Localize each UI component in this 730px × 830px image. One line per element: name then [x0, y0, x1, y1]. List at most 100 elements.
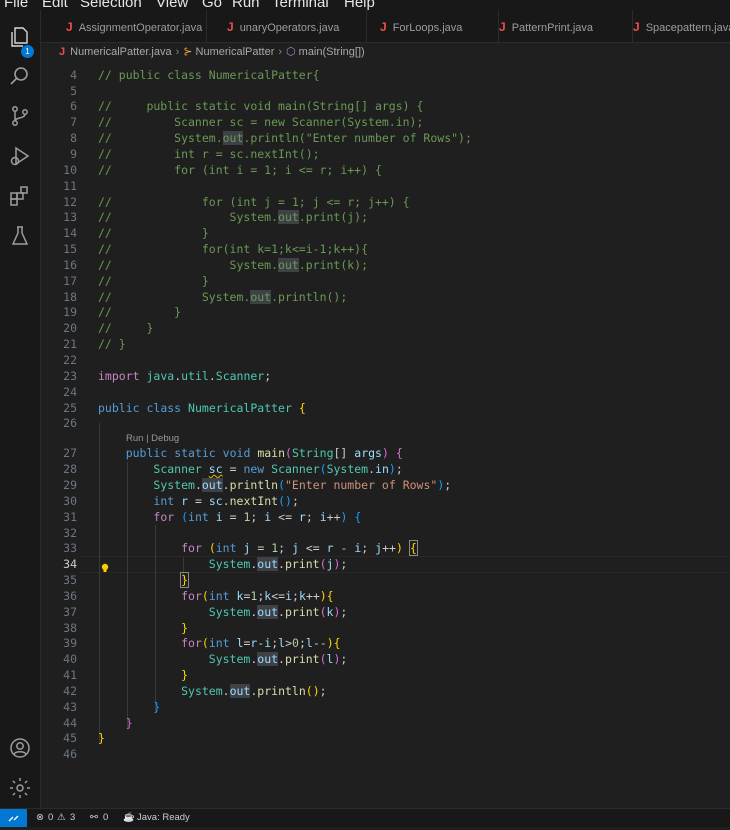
code-line: } [98, 731, 105, 745]
status-bar: ⊗ 0 ⚠ 3 ⚯ 0 ☕ Java: Ready [0, 808, 730, 827]
class-symbol-icon: ⊱ [183, 46, 193, 58]
code-line: Scanner sc = new Scanner(System.in); [153, 462, 403, 476]
remote-icon [8, 815, 19, 822]
code-line: // int r = sc.nextInt(); [98, 147, 320, 161]
method-symbol-icon: ⬡ [286, 46, 296, 58]
java-file-icon: J [59, 46, 66, 58]
line-number: 41 [63, 668, 77, 682]
menu-help[interactable]: Help [344, 0, 375, 10]
code-line: public class NumericalPatter { [98, 401, 306, 415]
chevron-right-icon: › [175, 46, 180, 58]
line-number: 38 [63, 621, 77, 635]
warning-count[interactable]: 3 [70, 812, 75, 823]
line-number: 24 [63, 385, 77, 399]
extensions-icon[interactable] [8, 184, 32, 208]
menu-file[interactable]: File [4, 0, 28, 10]
code-line: System.out.println("Enter number of Rows… [153, 478, 452, 492]
java-status[interactable]: Java: Ready [137, 812, 190, 823]
code-line: } [180, 572, 190, 588]
java-file-icon: J [499, 20, 506, 34]
line-number: 46 [63, 747, 77, 761]
line-number: 27 [63, 446, 77, 460]
code-editor[interactable]: 4 5 6 7 8 9 10 11 12 13 14 15 16 17 18 1… [41, 62, 730, 808]
line-number: 13 [63, 210, 77, 224]
breadcrumb-method[interactable]: main(String[]) [299, 46, 365, 58]
menu-bar: File Edit Selection View Go Run Terminal… [0, 0, 730, 10]
line-number: 36 [63, 589, 77, 603]
breadcrumb-class[interactable]: NumericalPatter [196, 46, 275, 58]
line-number: 31 [63, 510, 77, 524]
tab-unary-operators[interactable]: JunaryOperators.java [207, 10, 367, 42]
line-number: 21 [63, 337, 77, 351]
code-line: // System.out.println("Enter number of R… [98, 131, 472, 145]
menu-view[interactable]: View [156, 0, 188, 10]
line-number: 35 [63, 573, 77, 587]
error-icon: ⊗ [36, 812, 44, 823]
code-line: int r = sc.nextInt(); [153, 494, 299, 508]
code-line: // for(int k=1;k<=i-1;k++){ [98, 242, 369, 256]
tab-pattern-print[interactable]: J PatternPrint.java [499, 10, 633, 42]
explorer-badge: 1 [21, 45, 34, 58]
code-line: // public static void main(String[] args… [98, 99, 424, 113]
java-status-icon: ☕ [123, 812, 135, 823]
line-number: 5 [70, 84, 77, 98]
line-number: 10 [63, 163, 77, 177]
run-debug-codelens[interactable]: Run | Debug [126, 433, 179, 444]
code-line: } [125, 716, 133, 730]
run-debug-icon[interactable] [8, 144, 32, 168]
line-number: 33 [63, 541, 77, 555]
code-line: // } [98, 226, 209, 240]
settings-gear-icon[interactable] [8, 776, 32, 800]
lightbulb-icon[interactable] [100, 558, 110, 572]
ports-count[interactable]: 0 [103, 812, 108, 823]
tab-space-pattern[interactable]: J Spacepattern.java [633, 10, 730, 42]
code-line: System.out.print(l); [208, 652, 348, 666]
remote-indicator[interactable] [0, 809, 27, 827]
code-line: for (int i = 1; i <= r; i++) { [153, 510, 362, 524]
tab-for-loops[interactable]: J ForLoops.java [367, 10, 499, 42]
line-number: 26 [63, 416, 77, 430]
line-number: 8 [70, 131, 77, 145]
activity-bar: 1 [0, 10, 41, 808]
code-line: // for (int j = 1; j <= r; j++) { [98, 195, 410, 209]
line-number: 18 [63, 290, 77, 304]
menu-edit[interactable]: Edit [42, 0, 68, 10]
code-line: import java.util.Scanner; [98, 369, 272, 383]
tab-assignment-operator[interactable]: J AssignmentOperator.java [41, 10, 207, 42]
line-number: 15 [63, 242, 77, 256]
search-icon[interactable] [8, 64, 32, 88]
line-number: 20 [63, 321, 77, 335]
line-number: 14 [63, 226, 77, 240]
menu-terminal[interactable]: Terminal [272, 0, 329, 10]
line-number: 17 [63, 274, 77, 288]
code-line: // public class NumericalPatter{ [98, 68, 320, 82]
code-line: // for (int i = 1; i <= r; i++) { [98, 163, 382, 177]
line-number: 45 [63, 731, 77, 745]
line-number: 44 [63, 716, 77, 730]
line-number: 16 [63, 258, 77, 272]
line-number: 23 [63, 369, 77, 383]
code-line: for(int l=r-i;l>0;l--){ [181, 636, 341, 650]
java-file-icon: J [227, 20, 234, 34]
error-count[interactable]: 0 [48, 812, 53, 823]
line-number: 39 [63, 636, 77, 650]
menu-go[interactable]: Go [202, 0, 222, 10]
java-file-icon: J [633, 20, 640, 34]
testing-icon[interactable] [8, 224, 32, 248]
line-number: 25 [63, 401, 77, 415]
code-line: // } [98, 305, 182, 319]
line-number: 32 [63, 526, 77, 540]
code-line: // Scanner sc = new Scanner(System.in); [98, 115, 424, 129]
code-line: System.out.print(k); [208, 605, 348, 619]
breadcrumb-file[interactable]: NumericalPatter.java [70, 46, 172, 58]
java-file-icon: J [66, 20, 73, 34]
code-line: // System.out.print(k); [98, 258, 369, 272]
source-control-icon[interactable] [8, 104, 32, 128]
line-number: 40 [63, 652, 77, 666]
line-number: 42 [63, 684, 77, 698]
account-icon[interactable] [8, 736, 32, 760]
menu-run[interactable]: Run [232, 0, 260, 10]
java-file-icon: J [380, 20, 387, 34]
menu-selection[interactable]: Selection [80, 0, 142, 10]
line-number: 29 [63, 478, 77, 492]
